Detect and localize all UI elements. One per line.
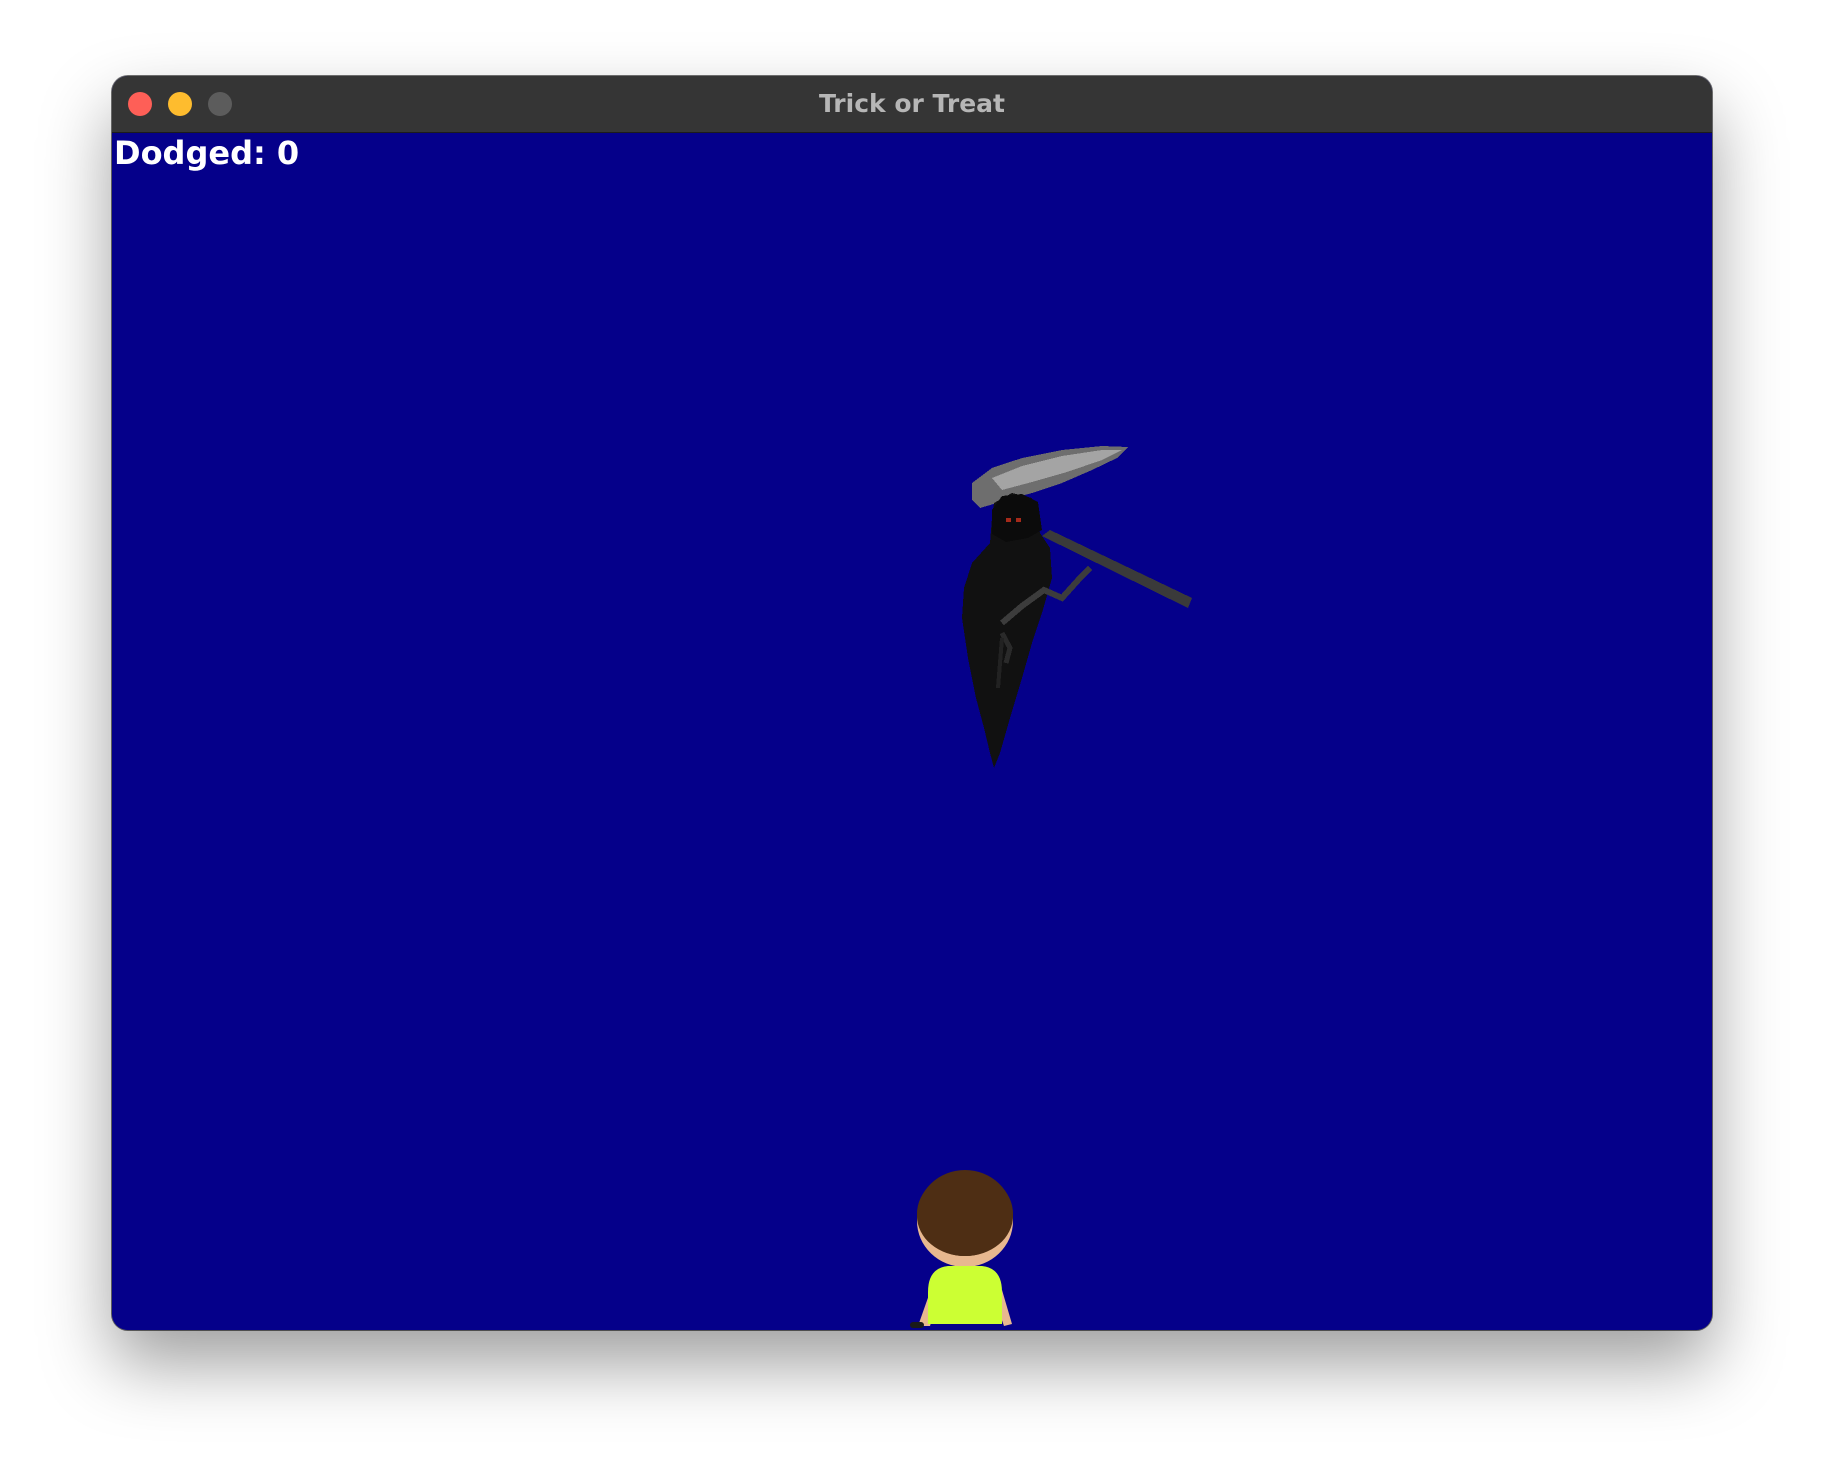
kid-hair-top — [917, 1172, 1013, 1256]
grim-reaper-sprite — [962, 446, 1192, 768]
title-bar[interactable]: Trick or Treat — [112, 76, 1712, 133]
window-title: Trick or Treat — [819, 89, 1005, 118]
game-canvas[interactable]: Dodged: 0 — [112, 133, 1712, 1330]
kid-shirt — [928, 1266, 1002, 1324]
kid-hand-item — [910, 1322, 924, 1328]
reaper-eye-left — [1006, 518, 1011, 522]
reaper-eye-right — [1016, 518, 1021, 522]
child-player-sprite[interactable] — [900, 1164, 1030, 1330]
game-window: Trick or Treat Dodged: 0 — [112, 76, 1712, 1330]
dodged-counter: Dodged: 0 — [114, 134, 300, 172]
